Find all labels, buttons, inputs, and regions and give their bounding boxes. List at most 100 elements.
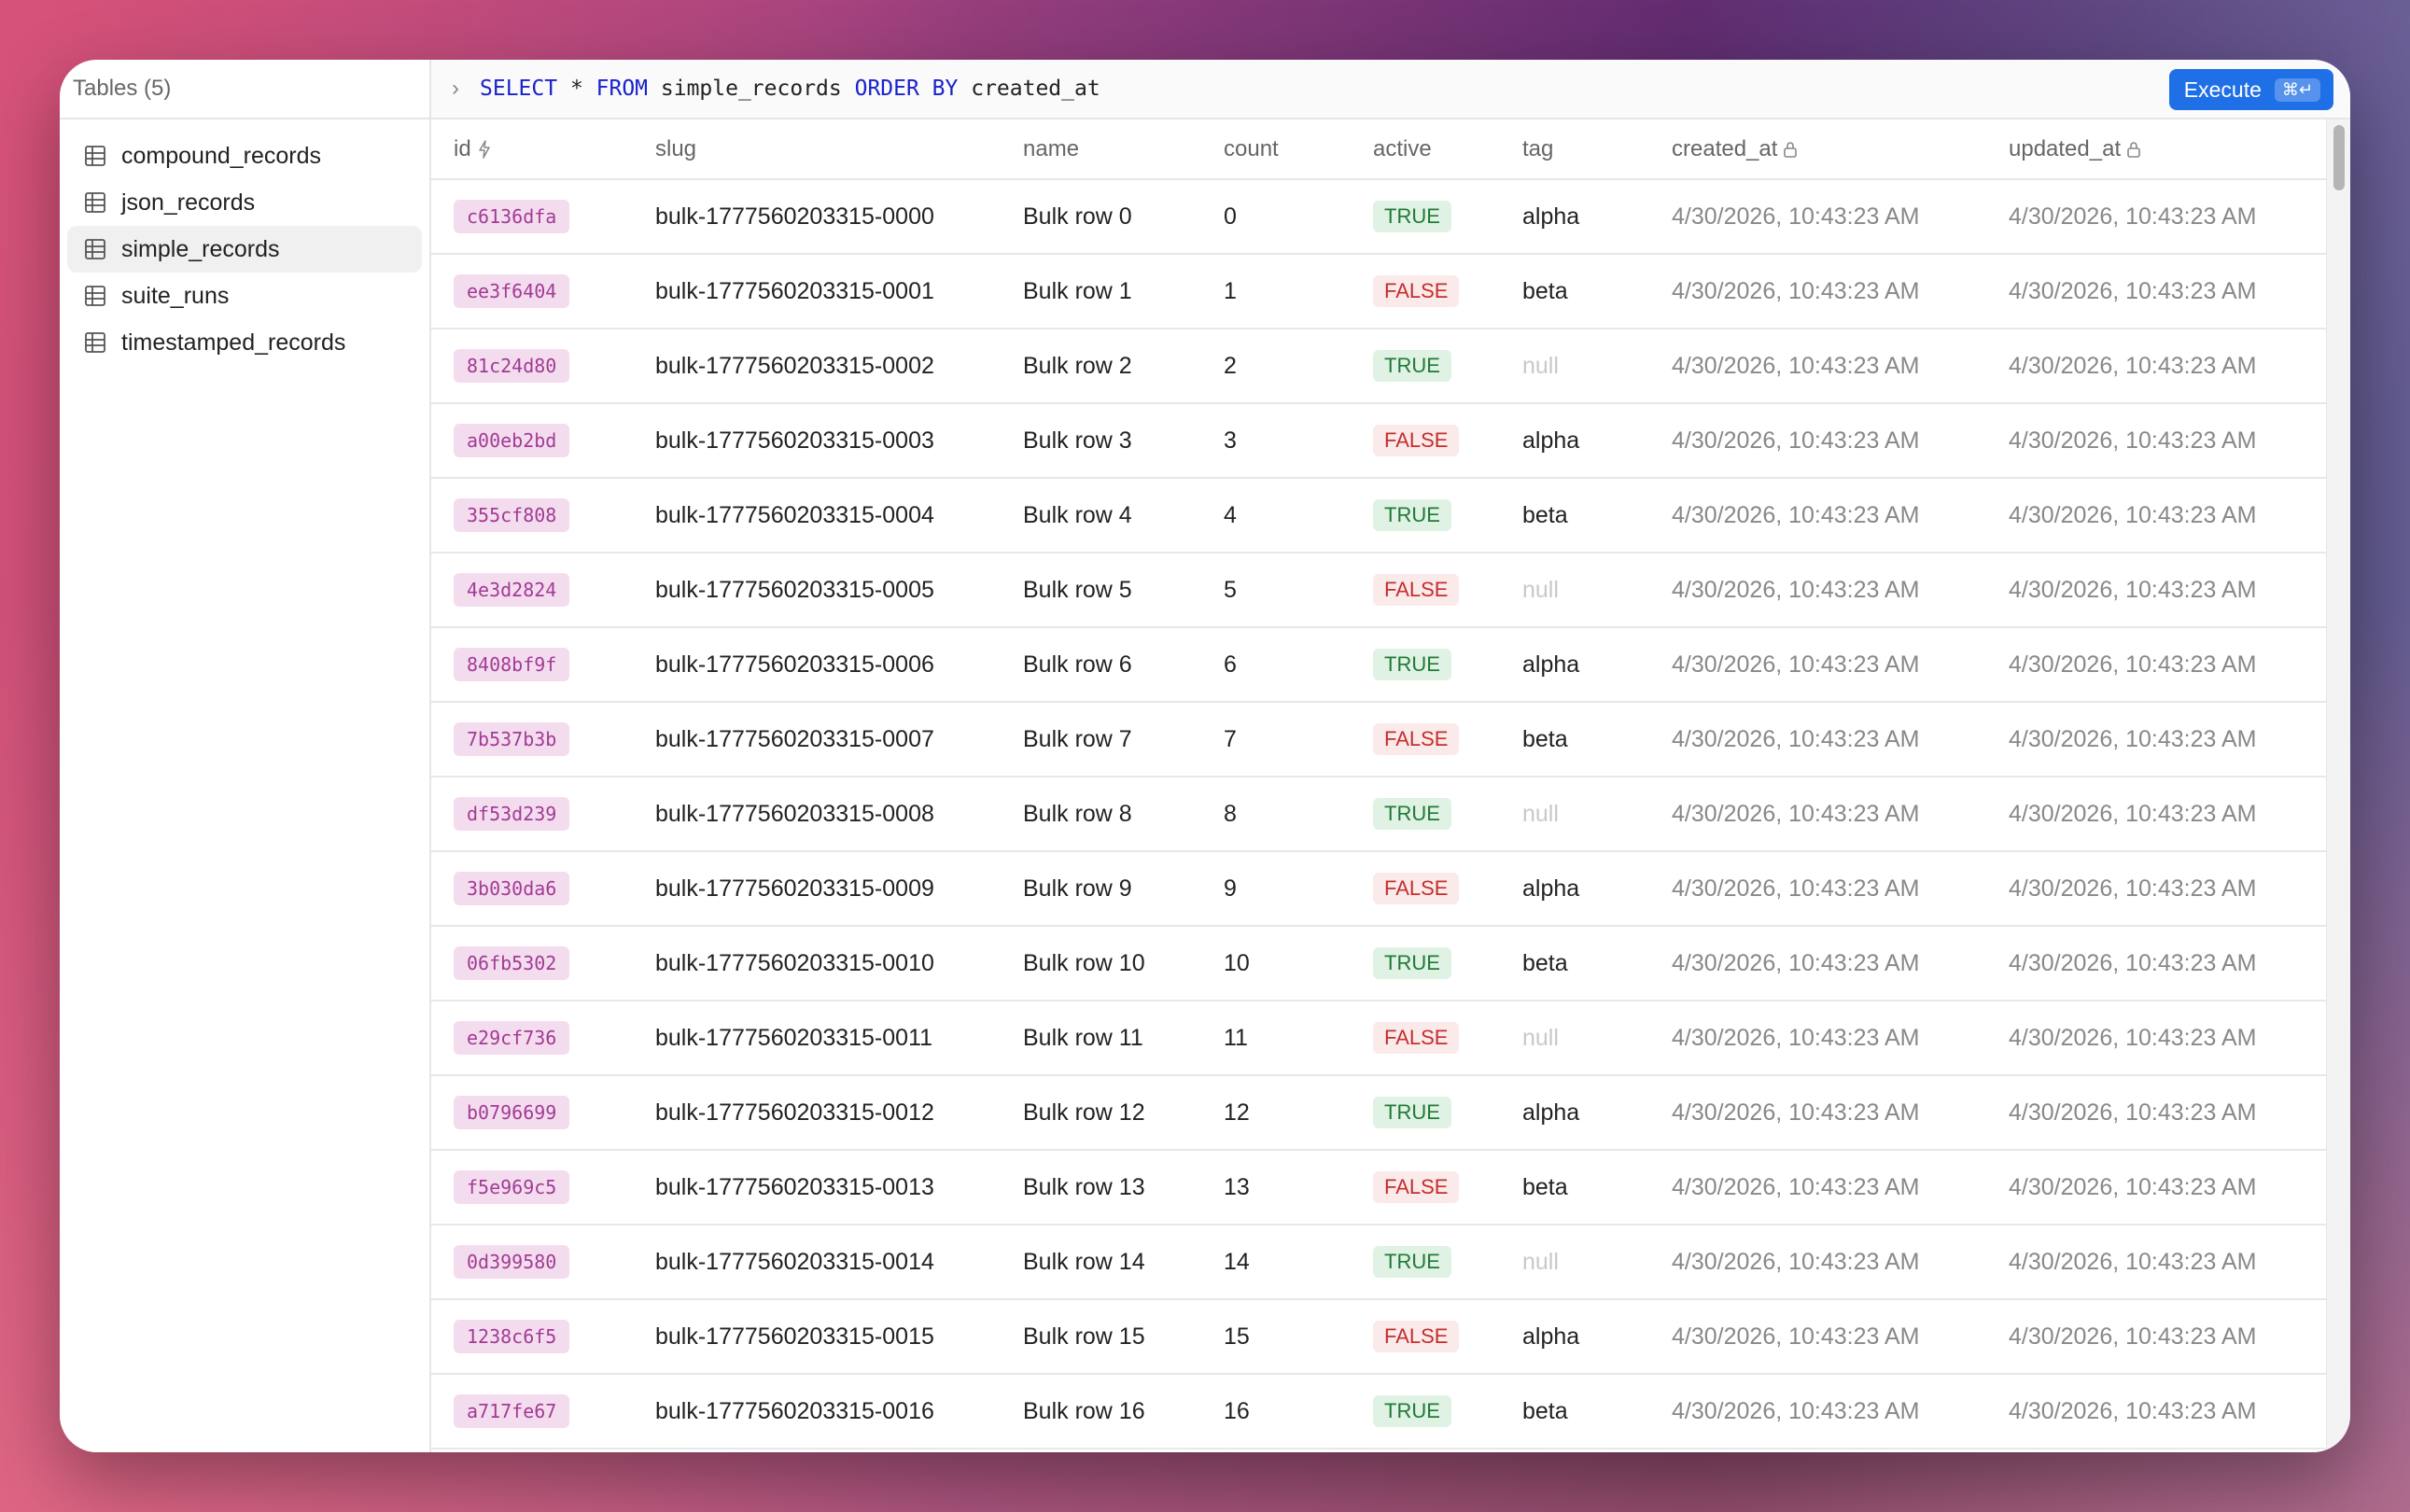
cell-active[interactable]: TRUE [1373, 478, 1522, 553]
cell-count[interactable]: 0 [1224, 179, 1373, 255]
cell-updated-at[interactable]: 4/30/2026, 10:43:23 AM [2009, 1075, 2326, 1151]
cell-created-at[interactable]: 4/30/2026, 10:43:23 AM [1672, 1225, 2009, 1300]
cell-id[interactable]: b0796699 [431, 1075, 655, 1151]
cell-updated-at[interactable]: 4/30/2026, 10:43:23 AM [2009, 627, 2326, 703]
cell-count[interactable]: 9 [1224, 851, 1373, 927]
cell-slug[interactable]: bulk-1777560203315-0000 [655, 179, 1023, 255]
cell-updated-at[interactable]: 4/30/2026, 10:43:23 AM [2009, 926, 2326, 1001]
cell-active[interactable]: FALSE [1373, 254, 1522, 329]
cell-slug[interactable]: bulk-1777560203315-0009 [655, 851, 1023, 927]
column-header-id[interactable]: id [431, 119, 655, 180]
table-row[interactable]: 3b030da6 bulk-1777560203315-0009 Bulk row … [431, 851, 2326, 927]
column-header-created-at[interactable]: created_at [1672, 119, 2009, 180]
cell-name[interactable]: Bulk row 13 [1023, 1150, 1224, 1225]
cell-slug[interactable]: bulk-1777560203315-0013 [655, 1150, 1023, 1225]
cell-count[interactable]: 4 [1224, 478, 1373, 553]
column-header-count[interactable]: count [1224, 119, 1373, 180]
cell-tag[interactable]: alpha [1522, 179, 1672, 255]
cell-count[interactable]: 11 [1224, 1001, 1373, 1076]
sidebar-item-simple-records[interactable]: simple_records [67, 226, 422, 273]
cell-count[interactable]: 7 [1224, 702, 1373, 777]
cell-name[interactable]: Bulk row 14 [1023, 1225, 1224, 1300]
cell-updated-at[interactable]: 4/30/2026, 10:43:23 AM [2009, 329, 2326, 404]
cell-id[interactable]: ee3f6404 [431, 254, 655, 329]
table-row[interactable]: 1238c6f5 bulk-1777560203315-0015 Bulk row … [431, 1299, 2326, 1375]
cell-tag[interactable]: beta [1522, 702, 1672, 777]
cell-updated-at[interactable]: 4/30/2026, 10:43:23 AM [2009, 1299, 2326, 1375]
cell-count[interactable]: 8 [1224, 777, 1373, 852]
cell-id[interactable]: c6136dfa [431, 179, 655, 255]
table-row[interactable]: c6136dfa bulk-1777560203315-0000 Bulk row … [431, 179, 2326, 255]
column-header-updated-at[interactable]: updated_at [2009, 119, 2326, 180]
cell-active[interactable]: TRUE [1373, 329, 1522, 404]
cell-tag[interactable]: alpha [1522, 1299, 1672, 1375]
cell-count[interactable]: 13 [1224, 1150, 1373, 1225]
cell-name[interactable]: Bulk row 16 [1023, 1374, 1224, 1449]
cell-count[interactable]: 3 [1224, 403, 1373, 479]
cell-created-at[interactable]: 4/30/2026, 10:43:23 AM [1672, 1075, 2009, 1151]
cell-count[interactable]: 1 [1224, 254, 1373, 329]
column-header-slug[interactable]: slug [655, 119, 1023, 180]
sidebar-item-compound-records[interactable]: compound_records [67, 133, 422, 179]
table-row[interactable]: 8408bf9f bulk-1777560203315-0006 Bulk row … [431, 627, 2326, 703]
cell-updated-at[interactable]: 4/30/2026, 10:43:23 AM [2009, 1001, 2326, 1076]
cell-created-at[interactable]: 4/30/2026, 10:43:23 AM [1672, 702, 2009, 777]
cell-name[interactable]: Bulk row 8 [1023, 777, 1224, 852]
cell-created-at[interactable]: 4/30/2026, 10:43:23 AM [1672, 329, 2009, 404]
cell-name[interactable]: Bulk row 5 [1023, 553, 1224, 628]
cell-active[interactable]: FALSE [1373, 1001, 1522, 1076]
cell-created-at[interactable]: 4/30/2026, 10:43:23 AM [1672, 254, 2009, 329]
cell-active[interactable]: FALSE [1373, 403, 1522, 479]
cell-id[interactable]: e29cf736 [431, 1001, 655, 1076]
vertical-scrollbar[interactable] [2326, 119, 2350, 1452]
cell-tag[interactable]: null [1522, 329, 1672, 404]
cell-slug[interactable]: bulk-1777560203315-0005 [655, 553, 1023, 628]
cell-name[interactable]: Bulk row 0 [1023, 179, 1224, 255]
cell-name[interactable]: Bulk row 7 [1023, 702, 1224, 777]
table-row[interactable]: a717fe67 bulk-1777560203315-0016 Bulk row … [431, 1374, 2326, 1449]
chevron-right-icon[interactable]: › [452, 76, 480, 102]
cell-active[interactable]: TRUE [1373, 179, 1522, 255]
cell-slug[interactable]: bulk-1777560203315-0004 [655, 478, 1023, 553]
cell-tag[interactable]: null [1522, 1225, 1672, 1300]
cell-name[interactable]: Bulk row 3 [1023, 403, 1224, 479]
cell-updated-at[interactable]: 4/30/2026, 10:43:23 AM [2009, 254, 2326, 329]
cell-slug[interactable]: bulk-1777560203315-0002 [655, 329, 1023, 404]
cell-name[interactable]: Bulk row 11 [1023, 1001, 1224, 1076]
cell-tag[interactable]: alpha [1522, 851, 1672, 927]
cell-id[interactable]: 7b537b3b [431, 702, 655, 777]
cell-updated-at[interactable]: 4/30/2026, 10:43:23 AM [2009, 403, 2326, 479]
cell-id[interactable]: 8408bf9f [431, 627, 655, 703]
cell-tag[interactable]: beta [1522, 1374, 1672, 1449]
cell-id[interactable]: 1238c6f5 [431, 1299, 655, 1375]
cell-updated-at[interactable]: 4/30/2026, 10:43:23 AM [2009, 179, 2326, 255]
table-row[interactable]: a00eb2bd bulk-1777560203315-0003 Bulk row … [431, 403, 2326, 479]
cell-name[interactable]: Bulk row 2 [1023, 329, 1224, 404]
column-header-tag[interactable]: tag [1522, 119, 1672, 180]
cell-id[interactable]: a00eb2bd [431, 403, 655, 479]
cell-name[interactable]: Bulk row 15 [1023, 1299, 1224, 1375]
table-row[interactable]: df53d239 bulk-1777560203315-0008 Bulk row … [431, 777, 2326, 852]
cell-id[interactable]: f5e969c5 [431, 1150, 655, 1225]
cell-active[interactable]: TRUE [1373, 1374, 1522, 1449]
cell-created-at[interactable]: 4/30/2026, 10:43:23 AM [1672, 403, 2009, 479]
cell-slug[interactable]: bulk-1777560203315-0011 [655, 1001, 1023, 1076]
cell-count[interactable]: 12 [1224, 1075, 1373, 1151]
table-row[interactable]: 81c24d80 bulk-1777560203315-0002 Bulk row … [431, 329, 2326, 404]
cell-updated-at[interactable]: 4/30/2026, 10:43:23 AM [2009, 1374, 2326, 1449]
cell-slug[interactable]: bulk-1777560203315-0014 [655, 1225, 1023, 1300]
cell-slug[interactable]: bulk-1777560203315-0008 [655, 777, 1023, 852]
cell-updated-at[interactable]: 4/30/2026, 10:43:23 AM [2009, 1225, 2326, 1300]
table-row[interactable]: 0d399580 bulk-1777560203315-0014 Bulk row … [431, 1225, 2326, 1300]
cell-id[interactable]: 81c24d80 [431, 329, 655, 404]
cell-tag[interactable]: beta [1522, 254, 1672, 329]
cell-slug[interactable]: bulk-1777560203315-0010 [655, 926, 1023, 1001]
cell-slug[interactable]: bulk-1777560203315-0007 [655, 702, 1023, 777]
cell-tag[interactable]: alpha [1522, 403, 1672, 479]
cell-tag[interactable]: null [1522, 777, 1672, 852]
scrollbar-thumb[interactable] [2333, 125, 2345, 190]
cell-count[interactable]: 6 [1224, 627, 1373, 703]
cell-active[interactable]: TRUE [1373, 777, 1522, 852]
table-row[interactable]: 7b537b3b bulk-1777560203315-0007 Bulk row … [431, 702, 2326, 777]
cell-id[interactable]: a717fe67 [431, 1374, 655, 1449]
